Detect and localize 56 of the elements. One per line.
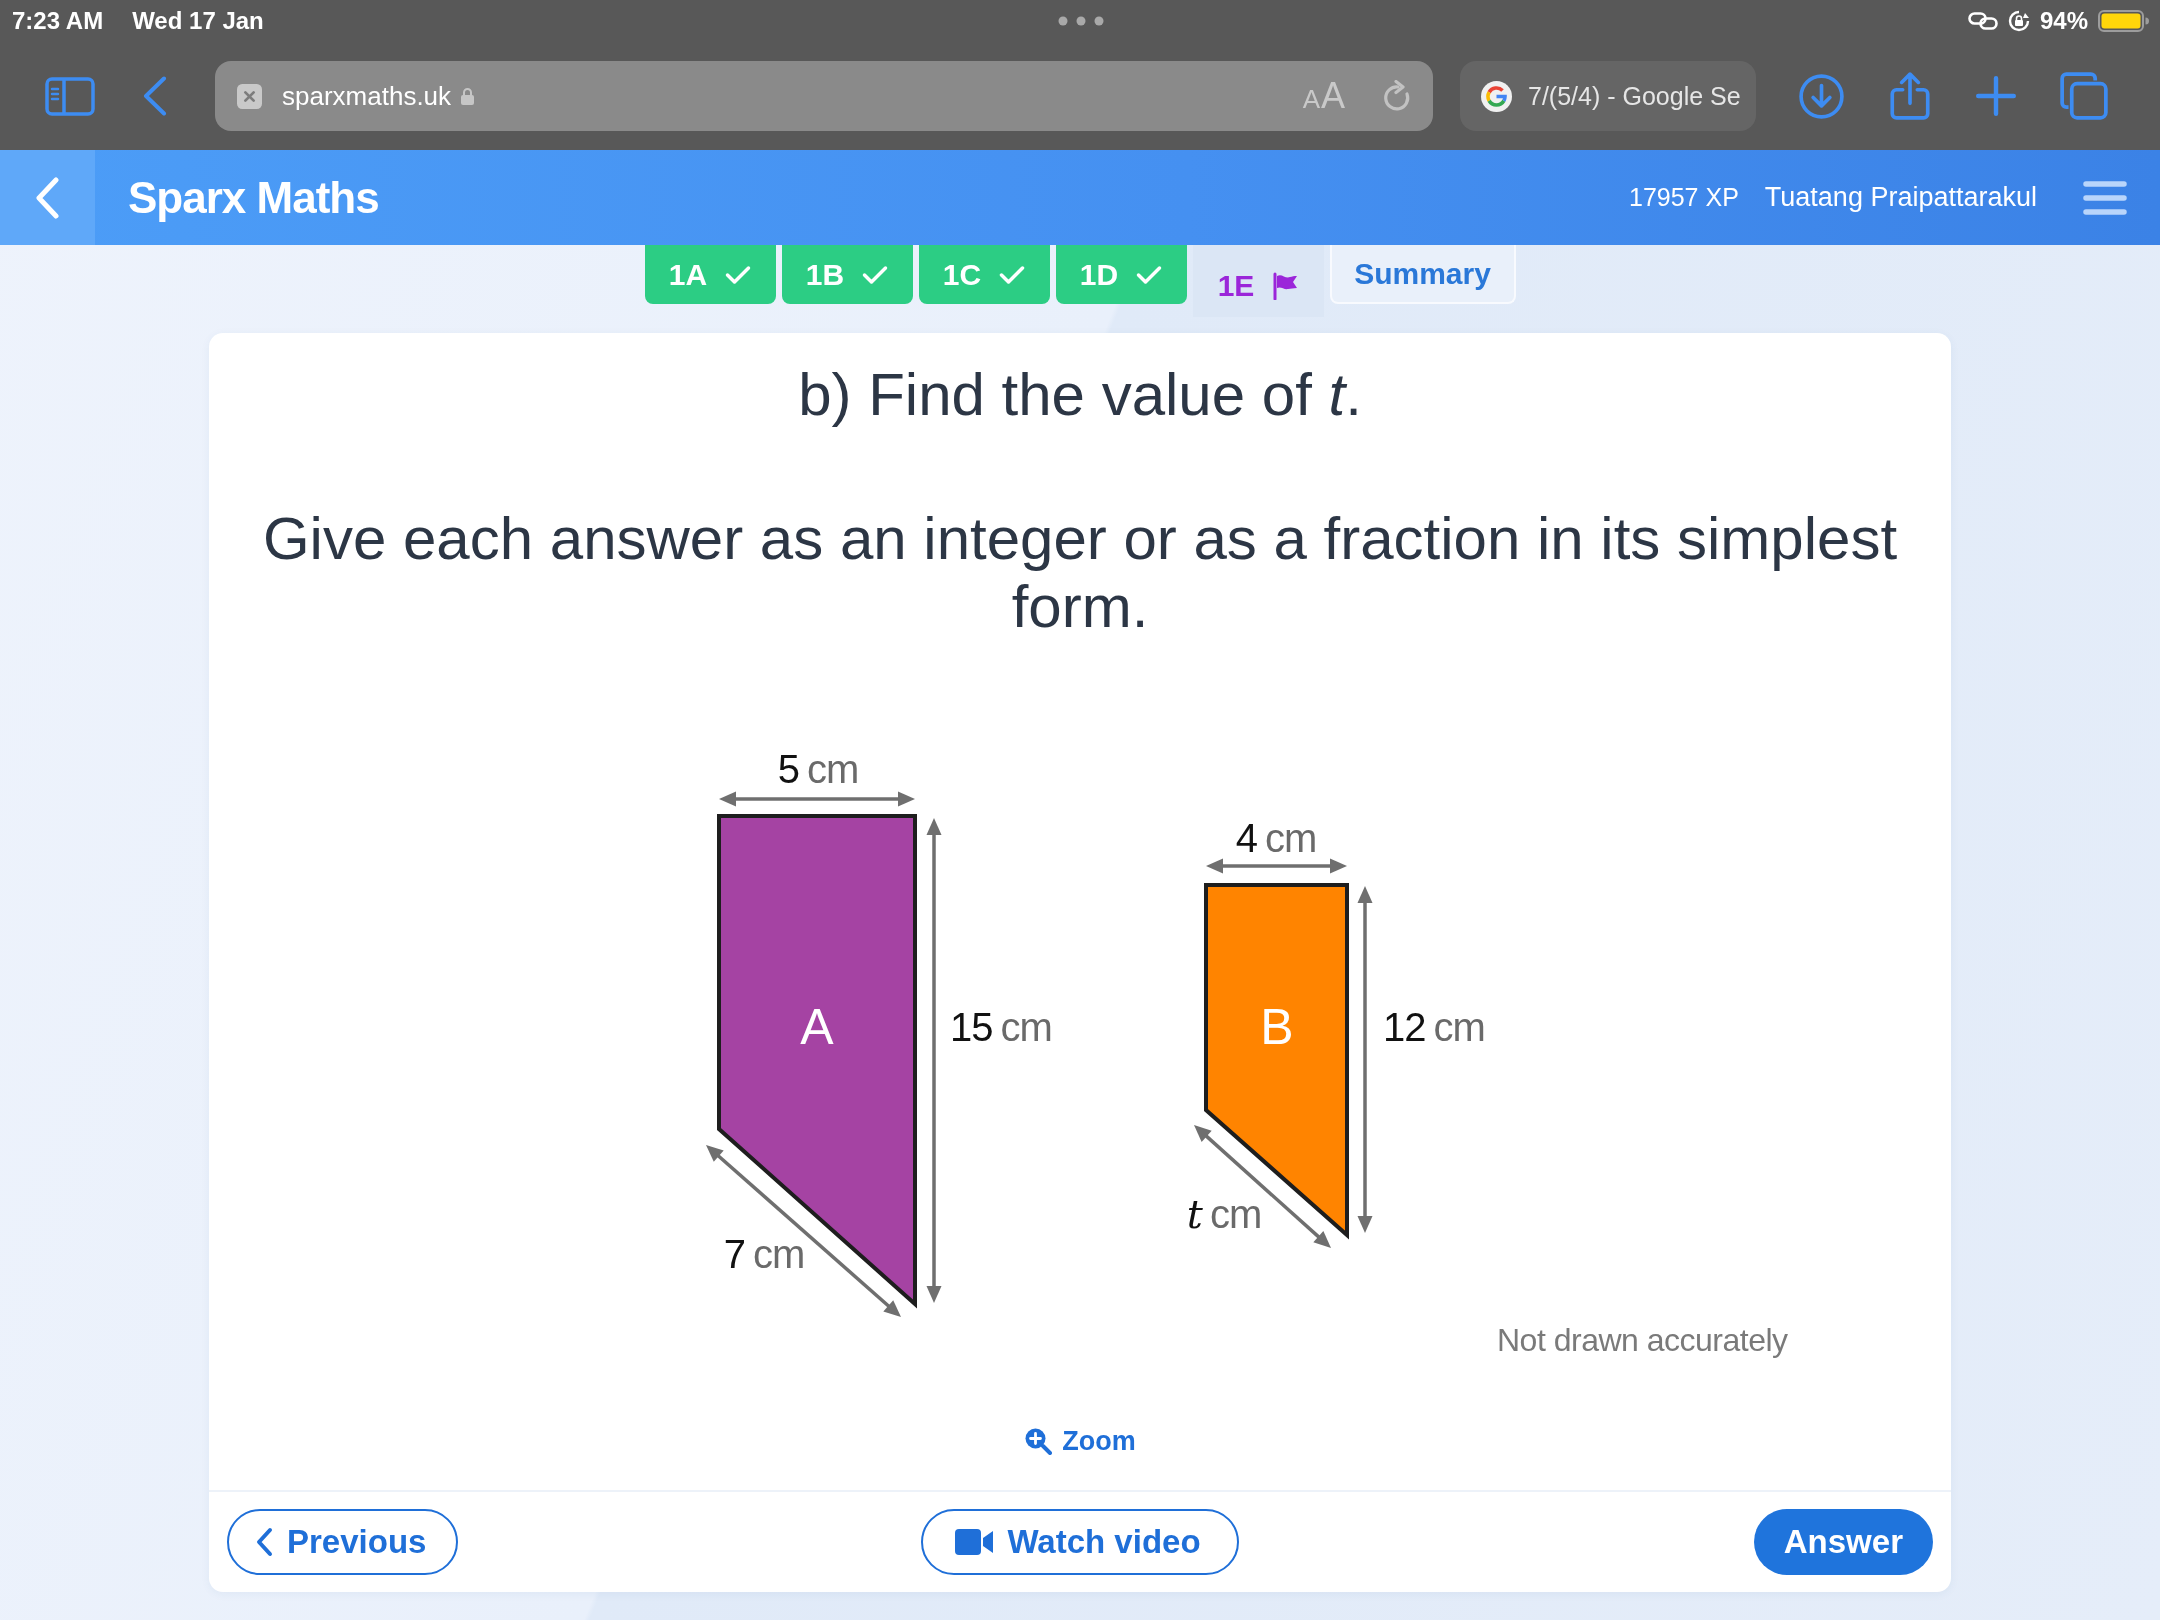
watch-video-button[interactable]: Watch video <box>921 1509 1239 1575</box>
plus-icon[interactable] <box>1976 76 2016 116</box>
status-time: 7:23 AM <box>12 7 104 35</box>
page-menu-button[interactable]: AA <box>1302 78 1346 114</box>
check-icon <box>725 264 752 285</box>
g-logo-icon <box>1481 80 1512 112</box>
dimension-label: t cm <box>1186 1194 1262 1234</box>
app-title: Sparx Maths <box>128 172 379 223</box>
check-icon <box>999 264 1026 285</box>
back-button[interactable] <box>0 150 95 245</box>
zoom-in-icon <box>1024 1427 1053 1455</box>
menu-icon[interactable] <box>2083 180 2127 215</box>
tabs-icon[interactable] <box>2060 72 2108 120</box>
lock-icon <box>461 87 475 105</box>
browser-tab[interactable]: 7/(5/4) - Google Se <box>1460 61 1756 131</box>
video-camera-icon <box>955 1529 994 1555</box>
chevron-left-icon <box>35 176 60 219</box>
close-icon[interactable] <box>237 83 262 109</box>
task-tab[interactable]: Summary <box>1329 245 1516 304</box>
more-dots-icon[interactable] <box>1057 16 1104 26</box>
xp-count: 17957 XP <box>1629 183 1739 212</box>
sidebar-icon[interactable] <box>45 76 95 116</box>
task-tab[interactable]: 1C <box>918 245 1050 304</box>
download-icon[interactable] <box>1799 73 1844 119</box>
user-name: Tuatang Praipattarakul <box>1764 182 2037 213</box>
dimension-label: 4 cm <box>1235 818 1317 858</box>
dimension-label: 5 cm <box>777 749 859 789</box>
answer-button[interactable]: Answer <box>1753 1509 1933 1575</box>
dimension-label: 7 cm <box>723 1234 805 1274</box>
tab-title: 7/(5/4) - Google Se <box>1528 81 1741 111</box>
battery-percent: 94% <box>2039 7 2088 35</box>
chevron-left-icon <box>255 1527 273 1557</box>
check-icon <box>862 264 889 285</box>
back-icon[interactable] <box>143 76 167 116</box>
url-text: sparxmaths.uk <box>282 80 452 112</box>
battery-icon <box>2098 10 2149 32</box>
flag-icon <box>1272 272 1299 300</box>
previous-button[interactable]: Previous <box>227 1509 459 1575</box>
shape-label: B <box>1260 1002 1294 1052</box>
status-date: Wed 17 Jan <box>132 7 264 35</box>
task-tab[interactable]: 1A <box>644 245 776 304</box>
share-icon[interactable] <box>1890 72 1930 120</box>
shape-label: A <box>800 1002 834 1052</box>
dimension-label: 15 cm <box>950 1007 1052 1047</box>
dimension-label: 12 cm <box>1383 1007 1485 1047</box>
question-text: b) Find the value of t. <box>798 361 1362 429</box>
zoom-button[interactable]: Zoom <box>1020 1421 1140 1461</box>
task-tab[interactable]: 1B <box>781 245 913 304</box>
note-text: Not drawn accurately <box>1497 1324 1788 1356</box>
task-tab[interactable]: 1D <box>1055 245 1187 304</box>
task-tab[interactable]: 1E <box>1192 245 1324 317</box>
check-icon <box>1136 264 1163 285</box>
instruction-text: Give each answer as an integer or as a fraction in its simplest form. <box>261 505 1899 641</box>
link-icon <box>1967 12 1998 30</box>
rotation-lock-icon <box>2007 10 2030 32</box>
address-bar[interactable]: sparxmaths.uk AA <box>215 61 1433 131</box>
